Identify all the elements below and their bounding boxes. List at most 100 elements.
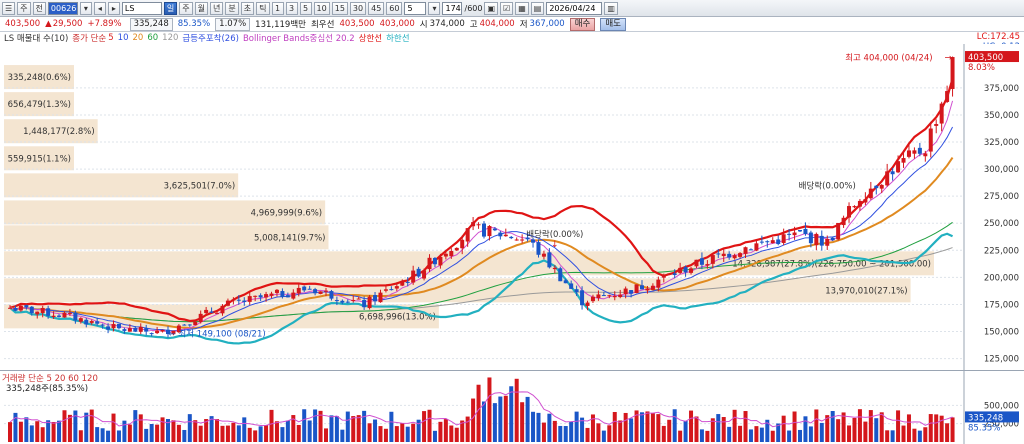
legend-ma-label[interactable]: 종가 단순 bbox=[72, 32, 106, 44]
price-chart[interactable]: 335,248(0.6%) 656,479(1.3%) 1,448,177(2.8%… bbox=[0, 44, 1024, 370]
search-icon[interactable]: ▾ bbox=[79, 1, 92, 15]
price-tick-label: 325,000 bbox=[984, 138, 1019, 148]
volume-bar bbox=[127, 424, 132, 442]
volume-bar bbox=[612, 411, 617, 442]
volume-chart[interactable]: 500,000250,000335,24885.35% bbox=[0, 370, 1024, 444]
interval-15-button[interactable]: 15 bbox=[331, 1, 348, 15]
candle-body bbox=[160, 329, 165, 332]
interval-45-button[interactable]: 45 bbox=[368, 1, 385, 15]
volume-bar bbox=[225, 425, 230, 442]
price-tick-label: 175,000 bbox=[984, 300, 1019, 310]
volume-bar bbox=[8, 422, 12, 442]
candle-body bbox=[487, 226, 492, 237]
volume-bar bbox=[253, 430, 258, 442]
volume-bar bbox=[738, 425, 743, 442]
candle-body bbox=[106, 326, 111, 330]
volume-bar bbox=[427, 409, 432, 442]
dropdown-icon[interactable]: ▾ bbox=[428, 1, 441, 15]
candle-body bbox=[296, 287, 301, 294]
legend-ma-10: 10 bbox=[117, 33, 129, 43]
volume-bar bbox=[351, 416, 356, 442]
period-tick-button[interactable]: 틱 bbox=[256, 1, 270, 15]
high-marker-label: 최고 404,000 (04/24) bbox=[845, 52, 932, 63]
week-toggle[interactable]: 주 bbox=[17, 1, 31, 15]
candle-body bbox=[405, 281, 410, 283]
dividend-arrow-icon: ↓ bbox=[551, 240, 559, 250]
image-icon[interactable]: ▦ bbox=[515, 1, 529, 15]
volume-bar bbox=[661, 425, 666, 442]
interval-5-button[interactable]: 5 bbox=[299, 1, 312, 15]
legend-stock-volume-profile[interactable]: LS 매물대 수(10) bbox=[4, 32, 68, 44]
candle-body bbox=[416, 268, 421, 277]
all-toggle[interactable]: 전 bbox=[32, 1, 46, 15]
interval-3-button[interactable]: 3 bbox=[285, 1, 298, 15]
menu-icon[interactable]: ☰ bbox=[2, 1, 16, 15]
candle-body bbox=[351, 299, 356, 301]
volume-profile-label: 13,970,010(27.1%) bbox=[825, 286, 907, 296]
symbol-name-field[interactable]: LS bbox=[121, 1, 162, 15]
price-tick-label: 125,000 bbox=[984, 355, 1019, 365]
symbol-code-input[interactable]: 006260 bbox=[47, 1, 78, 15]
volume-bar bbox=[345, 411, 350, 442]
legend-bollinger[interactable]: Bollinger Bands중심선 20.2 bbox=[243, 32, 355, 44]
interval-30-button[interactable]: 30 bbox=[349, 1, 367, 15]
quote-bar: 403,500 ▲ 29,500 +7.89% 335,248 85.35% 1… bbox=[0, 17, 1024, 32]
candle-body bbox=[400, 281, 405, 286]
volume-bar bbox=[133, 410, 138, 442]
candle-body bbox=[939, 103, 944, 124]
bar-count-input[interactable]: 174 bbox=[442, 1, 463, 15]
interval-input[interactable]: 5 bbox=[404, 1, 427, 15]
period-year-button[interactable]: 년 bbox=[210, 1, 224, 15]
period-week-button[interactable]: 주 bbox=[179, 1, 193, 15]
prev-arrow-icon[interactable]: ◂ bbox=[93, 1, 106, 15]
legend-ichimoku[interactable]: 급등주포착(26) bbox=[182, 32, 239, 44]
next-arrow-icon[interactable]: ▸ bbox=[107, 1, 120, 15]
checkbox-icon[interactable]: ☑ bbox=[500, 1, 514, 15]
volume-bar bbox=[656, 414, 661, 442]
candle-body bbox=[732, 255, 737, 259]
volume-bar bbox=[863, 421, 868, 442]
candle-body bbox=[514, 239, 519, 241]
volume-bar bbox=[89, 409, 94, 442]
candle-body bbox=[215, 313, 220, 315]
grid-icon[interactable]: ▤ bbox=[530, 1, 545, 15]
buy-button[interactable]: 매수 bbox=[569, 17, 596, 31]
sell-button[interactable]: 매도 bbox=[600, 17, 626, 31]
interval-60-button[interactable]: 60 bbox=[386, 1, 403, 15]
candle-body bbox=[313, 289, 318, 294]
turnover-pct: 1.07% bbox=[215, 17, 251, 31]
open-label: 시 bbox=[419, 20, 428, 30]
volume-bar bbox=[329, 415, 334, 442]
period-day-button[interactable]: 일 bbox=[163, 1, 178, 15]
candle-body bbox=[285, 295, 290, 298]
volume-bar bbox=[432, 430, 437, 442]
candle-body bbox=[280, 291, 285, 297]
volume-bar bbox=[552, 420, 557, 442]
current-price-tag-text: 403,500 bbox=[968, 53, 1003, 63]
volume-bar bbox=[558, 425, 563, 442]
candle-body bbox=[814, 233, 819, 246]
lock-icon[interactable]: ▣ bbox=[484, 1, 499, 15]
interval-10-button[interactable]: 10 bbox=[313, 1, 330, 15]
volume-bar bbox=[743, 411, 748, 442]
volume-bar bbox=[770, 430, 775, 442]
period-month-button[interactable]: 월 bbox=[194, 1, 209, 15]
period-minute-button[interactable]: 분 bbox=[225, 1, 239, 15]
candle-body bbox=[89, 321, 94, 323]
calendar-icon[interactable]: ▥ bbox=[604, 1, 618, 15]
candle-body bbox=[901, 158, 906, 163]
candle-body bbox=[187, 324, 192, 326]
current-price: 403,500 bbox=[5, 19, 41, 29]
chart-toolbar: ☰ 주 전 006260 ▾ ◂ ▸ LS 일 주 월 년 분 초 틱 1 3 … bbox=[0, 0, 1024, 17]
interval-1-button[interactable]: 1 bbox=[271, 1, 284, 15]
candle-body bbox=[373, 295, 378, 302]
volume-bar bbox=[629, 418, 634, 442]
volume-bar bbox=[732, 409, 737, 442]
period-second-button[interactable]: 초 bbox=[240, 1, 255, 15]
current-pct-tag: 8.03% bbox=[968, 63, 995, 73]
candle-body bbox=[84, 319, 89, 325]
candle-body bbox=[122, 329, 127, 331]
volume-bar bbox=[144, 428, 149, 442]
volume-bar bbox=[313, 409, 318, 442]
date-input[interactable]: 2026/04/24 bbox=[546, 1, 603, 15]
